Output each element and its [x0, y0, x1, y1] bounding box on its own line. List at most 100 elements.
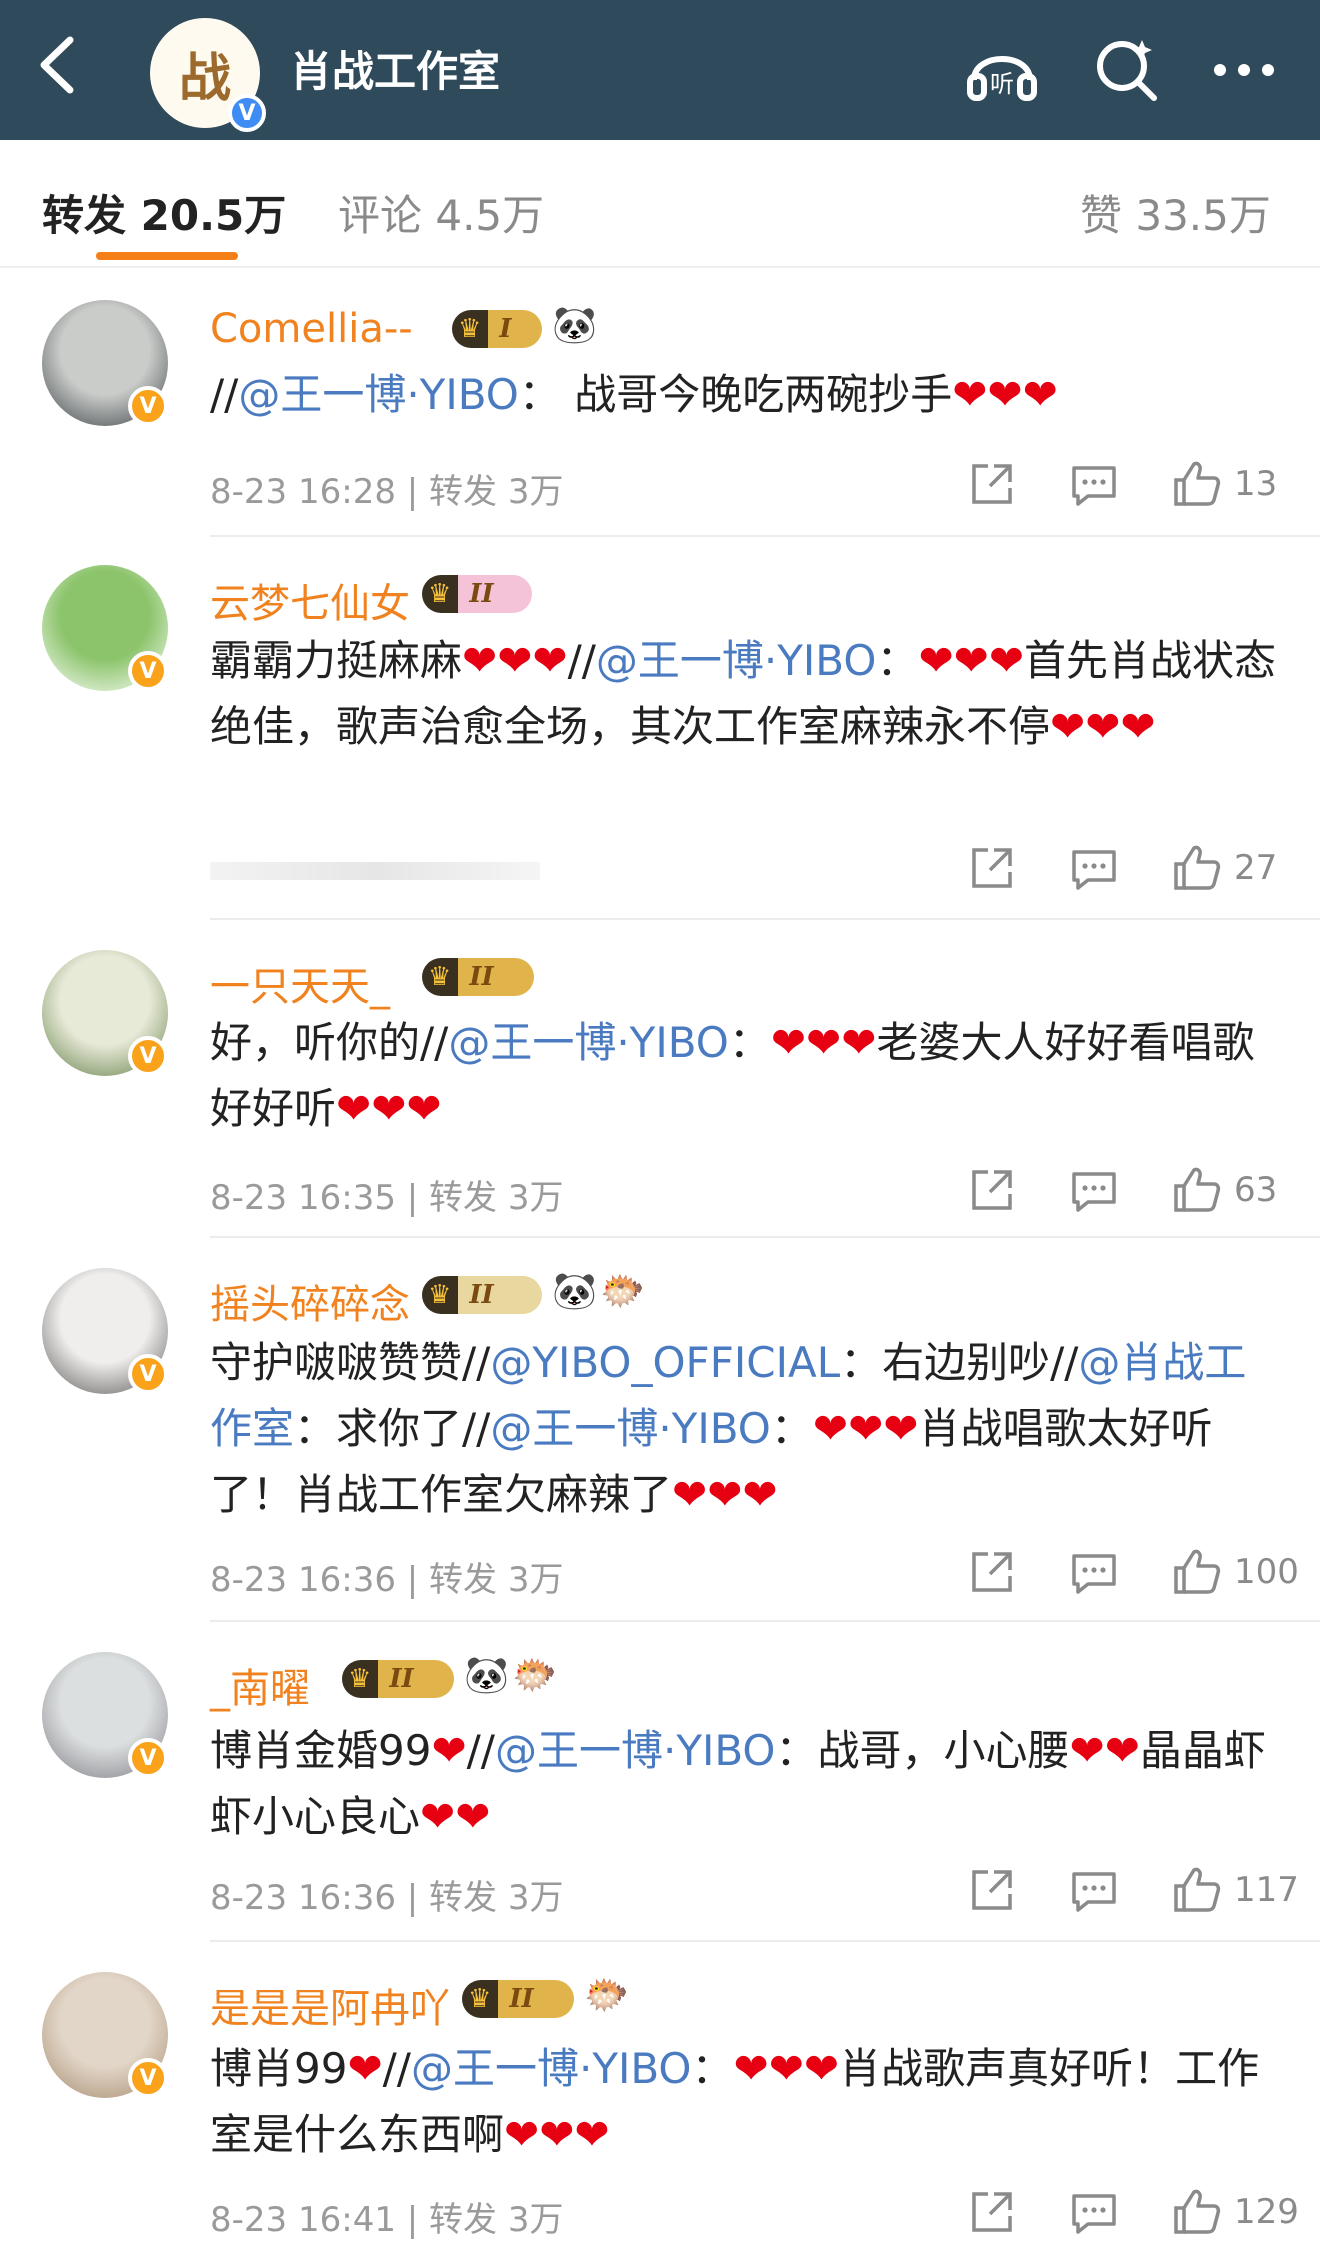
tab-comment[interactable]: 评论 4.5万 [338, 182, 544, 243]
like-count: 13 [1234, 464, 1278, 504]
verified-badge: V [228, 94, 266, 132]
heart-emoji: ❤❤❤ [770, 1018, 877, 1067]
comment-icon[interactable] [1066, 1162, 1122, 1218]
like-count: 129 [1234, 2192, 1299, 2232]
repost-icon[interactable] [964, 2184, 1020, 2240]
member-badge: ♛ II [462, 1980, 574, 2018]
username[interactable]: 是是是阿冉吖 [210, 1976, 450, 2034]
timestamp-placeholder [210, 862, 540, 880]
tab-bar: 转发 20.5万 评论 4.5万 赞 33.5万 [0, 106, 1320, 268]
comment-icon[interactable] [1066, 1862, 1122, 1918]
logo-glyph: 战 [178, 48, 231, 109]
text-span: ： [691, 2044, 734, 2093]
username[interactable]: 一只天天_ [210, 954, 390, 1012]
text-span: // [466, 1726, 495, 1775]
member-badge: ♛ II [422, 1276, 542, 1314]
badge-level: II [469, 1280, 494, 1310]
heart-emoji: ❤❤❤ [918, 636, 1025, 685]
svg-text:听: 听 [990, 70, 1014, 98]
repost-icon[interactable] [964, 1862, 1020, 1918]
text-span: 博肖金婚99 [210, 1726, 432, 1775]
text-span: ： [876, 636, 919, 685]
heart-emoji: ❤❤❤ [1050, 702, 1156, 751]
heart-emoji: ❤ [431, 1726, 467, 1775]
mention-link[interactable]: @王一博·YIBO [238, 370, 519, 419]
like-count: 117 [1234, 1870, 1299, 1910]
username[interactable]: 云梦七仙女 [210, 571, 410, 629]
like-count: 27 [1234, 848, 1278, 888]
heart-emoji: ❤❤❤ [733, 2044, 840, 2093]
username[interactable]: 摇头碎碎念 [210, 1272, 410, 1330]
like-icon[interactable] [1168, 2184, 1224, 2240]
mention-link[interactable]: @王一博·YIBO [411, 2044, 692, 2093]
top-bar: 战 V 肖战工作室 听 [0, 0, 1320, 140]
crown-icon: ♛ [428, 579, 452, 609]
like-icon[interactable] [1168, 1544, 1224, 1600]
verified-badge: V [128, 2058, 168, 2098]
timestamp-repost-count: 8-23 16:36 | 转发 3万 [210, 1560, 564, 1600]
comment-icon[interactable] [1066, 1544, 1122, 1600]
search-icon[interactable] [1086, 30, 1166, 110]
text-span: 霸霸力挺麻麻 [210, 636, 463, 685]
mention-link[interactable]: @王一博·YIBO [448, 1018, 729, 1067]
comment-icon[interactable] [1066, 2184, 1122, 2240]
headphones-icon[interactable]: 听 [962, 30, 1042, 110]
repost-icon[interactable] [964, 1162, 1020, 1218]
like-icon[interactable] [1168, 1162, 1224, 1218]
comment-text: 霸霸力挺麻麻❤❤❤//@王一博·YIBO：❤❤❤首先肖战状态绝佳，歌声治愈全场，… [210, 628, 1280, 760]
crown-icon: ♛ [468, 1984, 492, 2014]
heart-emoji: ❤ [347, 2044, 383, 2093]
heart-emoji: ❤❤ [1069, 1726, 1140, 1775]
comment-icon[interactable] [1066, 840, 1122, 896]
panda-icon: 🐼 [552, 305, 597, 346]
heart-emoji: ❤❤❤ [336, 1084, 442, 1133]
text-span: ： [728, 1018, 771, 1067]
comment-icon[interactable] [1066, 456, 1122, 512]
text-span: ：求你了// [294, 1404, 491, 1453]
back-arrow-icon[interactable] [30, 30, 90, 100]
text-span: // [567, 636, 596, 685]
tab-repost[interactable]: 转发 20.5万 [42, 182, 286, 243]
badge-level: II [509, 1984, 534, 2014]
repost-icon[interactable] [964, 456, 1020, 512]
repost-icon[interactable] [964, 1544, 1020, 1600]
comment-text: 好，听你的//@王一博·YIBO：❤❤❤老婆大人好好看唱歌好好听❤❤❤ [210, 1010, 1280, 1142]
username[interactable]: Comellia-- [210, 306, 413, 352]
crown-icon: ♛ [428, 1280, 452, 1310]
member-badge: ♛ II [422, 575, 532, 613]
like-count: 63 [1234, 1170, 1278, 1210]
timestamp-repost-count: 8-23 16:36 | 转发 3万 [210, 1878, 564, 1918]
divider [210, 918, 1320, 920]
comment-text: 博肖99❤//@王一博·YIBO：❤❤❤肖战歌声真好听！工作室是什么东西啊❤❤❤ [210, 2036, 1280, 2168]
text-span: // [210, 370, 239, 419]
like-icon[interactable] [1168, 1862, 1224, 1918]
comment-text: //@王一博·YIBO： 战哥今晚吃两碗抄手❤❤❤ [210, 362, 1280, 428]
verified-badge: V [128, 1354, 168, 1394]
like-icon[interactable] [1168, 840, 1224, 896]
text-span: ： 战哥今晚吃两碗抄手 [518, 370, 953, 419]
heart-emoji: ❤❤❤ [504, 2110, 610, 2159]
pufferfish-icon: 🐡 [600, 1271, 645, 1312]
timestamp-repost-count: 8-23 16:35 | 转发 3万 [210, 1178, 564, 1218]
username[interactable]: _南曜 [210, 1656, 310, 1714]
badge-level: II [389, 1664, 414, 1694]
tab-like[interactable]: 赞 33.5万 [1080, 182, 1271, 243]
mention-link[interactable]: @王一博·YIBO [490, 1404, 771, 1453]
repost-icon[interactable] [964, 840, 1020, 896]
divider [210, 1940, 1320, 1942]
avatar[interactable]: 战 V [150, 18, 266, 132]
panda-icon: 🐼 [552, 1271, 597, 1312]
text-span: 好，听你的// [210, 1018, 449, 1067]
pufferfish-icon: 🐡 [512, 1655, 557, 1696]
member-badge: ♛ I [452, 310, 542, 348]
more-icon[interactable] [1204, 30, 1284, 110]
badge-level: II [469, 962, 494, 992]
like-icon[interactable] [1168, 456, 1224, 512]
mention-link[interactable]: @王一博·YIBO [596, 636, 877, 685]
mention-link[interactable]: @王一博·YIBO [495, 1726, 776, 1775]
pufferfish-icon: 🐡 [584, 1975, 629, 2016]
verified-badge: V [128, 1738, 168, 1778]
mention-link[interactable]: @YIBO_OFFICIAL [490, 1338, 840, 1387]
text-span: ：右边别吵// [840, 1338, 1079, 1387]
panda-icon: 🐼 [464, 1655, 509, 1696]
